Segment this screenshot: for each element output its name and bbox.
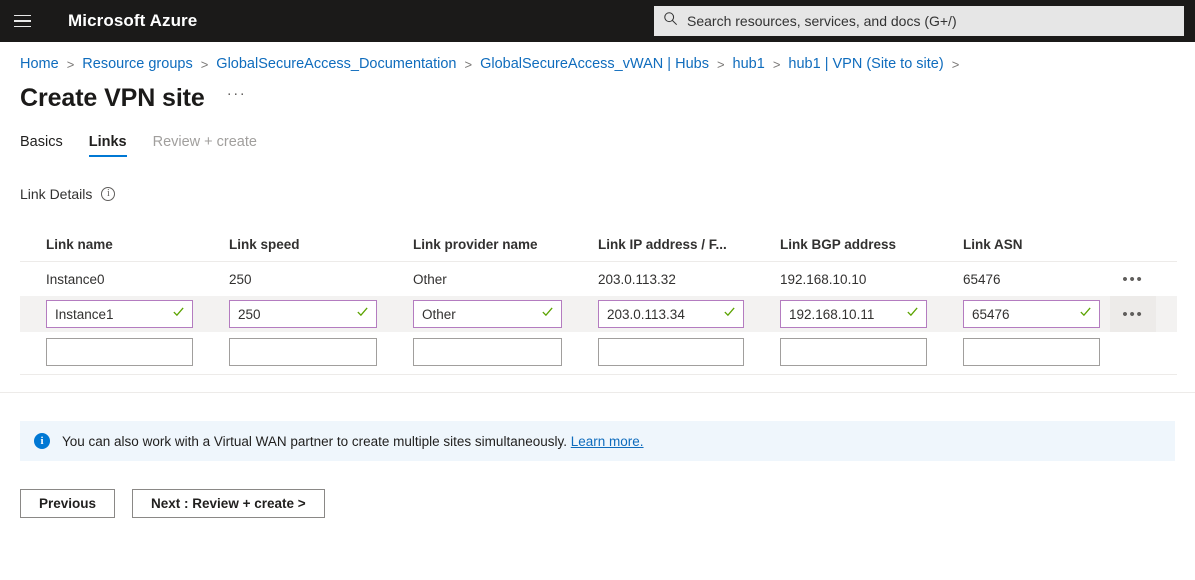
field-link-ip-address[interactable] [572, 300, 754, 328]
breadcrumb-item-vwan-hubs[interactable]: GlobalSecureAccess_vWAN | Hubs [480, 56, 709, 72]
table-bottom-rule [20, 374, 1177, 375]
link-provider-name-input-new[interactable] [413, 338, 562, 366]
column-header-link-asn: Link ASN [963, 237, 1023, 252]
page-title: Create VPN site [20, 84, 205, 112]
cell-link-name: Instance0 [46, 271, 105, 287]
info-icon[interactable]: i [101, 187, 116, 201]
field-link-name[interactable] [20, 300, 203, 328]
search-input[interactable]: Search resources, services, and docs (G+… [687, 13, 957, 29]
breadcrumb-item-vpn-site-to-site[interactable]: hub1 | VPN (Site to site) [788, 56, 943, 72]
info-banner-message: You can also work with a Virtual WAN par… [62, 433, 567, 449]
wizard-tabs: Basics Links Review + create [0, 134, 1195, 157]
row-context-menu-button[interactable]: ••• [1110, 272, 1156, 287]
column-header-link-provider-name: Link provider name [413, 237, 538, 252]
learn-more-link[interactable]: Learn more. [571, 434, 644, 449]
link-ip-address-input[interactable] [598, 300, 744, 328]
breadcrumb-item-resource-group[interactable]: GlobalSecureAccess_Documentation [216, 56, 456, 72]
previous-button[interactable]: Previous [20, 489, 116, 518]
breadcrumb-separator: > [464, 56, 473, 72]
table-header-row: Link name Link speed Link provider name … [20, 228, 1177, 262]
column-header-link-ip-address: Link IP address / F... [598, 237, 727, 252]
tab-review-create[interactable]: Review + create [153, 134, 257, 157]
field-link-speed-new[interactable] [203, 338, 387, 366]
section-divider [0, 392, 1195, 393]
hamburger-icon[interactable] [0, 0, 44, 42]
link-speed-input[interactable] [229, 300, 377, 328]
link-asn-input-new[interactable] [963, 338, 1100, 366]
cell-link-ip-address: 203.0.113.32 [598, 271, 676, 287]
cell-link-speed: 250 [229, 271, 252, 287]
table-row[interactable]: Instance0 250 Other 203.0.113.32 192.168… [20, 262, 1177, 296]
link-bgp-address-input-new[interactable] [780, 338, 927, 366]
top-navigation-bar: Microsoft Azure Search resources, servic… [0, 0, 1195, 42]
field-link-bgp-address[interactable] [754, 300, 937, 328]
link-details-label: Link Details [20, 186, 93, 202]
search-icon [663, 11, 678, 31]
cell-link-asn: 65476 [963, 271, 1001, 287]
info-icon: i [34, 433, 50, 449]
link-bgp-address-input[interactable] [780, 300, 927, 328]
cell-link-provider-name: Other [413, 271, 447, 287]
field-link-provider-name[interactable] [387, 300, 572, 328]
row-context-menu-button[interactable]: ••• [1110, 296, 1156, 332]
ellipsis-icon: ••• [1122, 270, 1144, 288]
link-name-input-new[interactable] [46, 338, 193, 366]
page-more-actions-button[interactable]: ··· [227, 85, 247, 102]
breadcrumb-item-home[interactable]: Home [20, 56, 59, 72]
breadcrumb-item-hub1[interactable]: hub1 [733, 56, 765, 72]
column-header-link-name: Link name [46, 237, 113, 252]
field-link-name-new[interactable] [20, 338, 203, 366]
field-link-bgp-address-new[interactable] [754, 338, 937, 366]
tab-basics[interactable]: Basics [20, 134, 63, 157]
link-details-section-header: Link Details i [0, 186, 1195, 202]
table-row[interactable] [20, 334, 1177, 370]
next-review-create-button[interactable]: Next : Review + create > [132, 489, 325, 518]
link-asn-input[interactable] [963, 300, 1100, 328]
link-ip-address-input-new[interactable] [598, 338, 744, 366]
column-header-link-speed: Link speed [229, 237, 300, 252]
field-link-asn[interactable] [937, 300, 1110, 328]
field-link-provider-name-new[interactable] [387, 338, 572, 366]
wizard-footer: Previous Next : Review + create > [0, 489, 1195, 518]
breadcrumb-separator: > [772, 56, 781, 72]
link-speed-input-new[interactable] [229, 338, 377, 366]
hamburger-bar [13, 20, 31, 22]
link-details-table: Link name Link speed Link provider name … [0, 228, 1195, 370]
ellipsis-icon: ••• [1122, 305, 1144, 323]
field-link-asn-new[interactable] [937, 338, 1110, 366]
global-search-box[interactable]: Search resources, services, and docs (G+… [654, 6, 1184, 36]
breadcrumb-separator: > [716, 56, 725, 72]
breadcrumb-separator: > [200, 56, 209, 72]
info-banner-text: You can also work with a Virtual WAN par… [62, 434, 644, 449]
breadcrumb-item-resource-groups[interactable]: Resource groups [82, 56, 192, 72]
breadcrumb-separator: > [951, 56, 960, 72]
hamburger-bar [13, 25, 31, 28]
breadcrumb-separator: > [66, 56, 75, 72]
azure-brand-label[interactable]: Microsoft Azure [68, 11, 197, 31]
table-row[interactable]: ••• [20, 296, 1177, 332]
breadcrumb: Home > Resource groups > GlobalSecureAcc… [0, 42, 1195, 72]
link-name-input[interactable] [46, 300, 193, 328]
info-banner: i You can also work with a Virtual WAN p… [20, 421, 1175, 461]
cell-link-bgp-address: 192.168.10.10 [780, 271, 867, 287]
column-header-link-bgp-address: Link BGP address [780, 237, 897, 252]
link-provider-name-input[interactable] [413, 300, 562, 328]
page-header: Create VPN site ··· [0, 72, 1195, 113]
field-link-ip-address-new[interactable] [572, 338, 754, 366]
tab-links[interactable]: Links [88, 134, 127, 157]
hamburger-bar [13, 14, 31, 17]
field-link-speed[interactable] [203, 300, 387, 328]
